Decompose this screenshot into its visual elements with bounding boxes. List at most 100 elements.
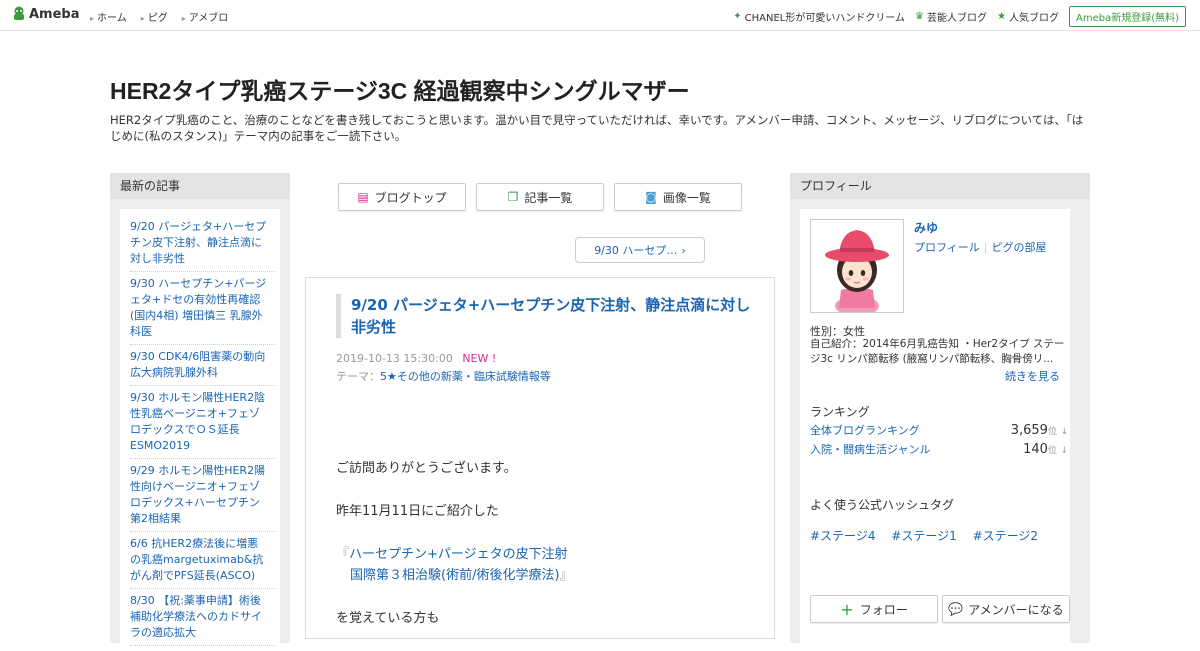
article-theme: テーマ：5★その他の新薬・臨床試験情報等: [336, 368, 551, 384]
recent-articles-list: 9/20 パージェタ+ハーセプチン皮下注射、静注点滴に対し非劣性 9/30 ハー…: [120, 209, 280, 646]
amember-button[interactable]: 💬 アメンバーになる: [942, 595, 1070, 623]
star-icon: ★: [997, 11, 1006, 22]
ranking-value-group: 3,659位 ↓: [1011, 423, 1068, 438]
next-article-button[interactable]: 9/30 ハーセプ… ›: [575, 237, 705, 263]
promo-link-label: CHANEL形が可愛いハンドクリーム: [744, 13, 906, 24]
camera-icon: ◙: [645, 190, 657, 204]
reference-link-line2[interactable]: 国際第３相治験(術前/術後化学療法): [350, 568, 560, 583]
body-paragraph: ご訪問ありがとうございます。: [336, 461, 517, 476]
nav-home-label: ホーム: [97, 13, 127, 24]
profile-name[interactable]: みゆ: [914, 219, 938, 236]
blog-top-label: ブログトップ: [374, 190, 447, 205]
theme-link[interactable]: 5★その他の新薬・臨床試験情報等: [380, 370, 551, 383]
reference-link-line1[interactable]: ハーセプチン+パージェタの皮下注射: [349, 547, 568, 562]
ameba-logo-icon: [14, 6, 24, 20]
celebrity-blog-link[interactable]: ♛ 芸能人ブログ: [915, 9, 987, 24]
top-bar: Ameba ▸ ホーム ▸ ピグ ▸ アメブロ ✦ CHANEL形が可愛いハンドクリーム…: [0, 0, 1200, 31]
header-links: ✦ CHANEL形が可愛いハンドクリーム ♛ 芸能人ブログ ★ 人気ブログ Ameba…: [733, 6, 1186, 27]
amember-label: アメンバーになる: [968, 602, 1064, 617]
recent-article-link[interactable]: 8/30 【祝:薬事申請】術後補助化学療法へのカドサイラの適応拡大: [130, 589, 276, 646]
recent-article-link[interactable]: 9/30 ハーセプチン+パージェタ+ドセの有効性再確認(国内4相) 増田慎三 乳…: [130, 272, 276, 345]
logo-text: Ameba: [29, 6, 80, 22]
hashtag-link[interactable]: #ステージ2: [973, 529, 1038, 543]
chevron-right-icon: ▸: [181, 14, 186, 23]
ranking-label[interactable]: 入院・闘病生活ジャンル: [810, 441, 930, 457]
hashtag-list: #ステージ4 #ステージ1 #ステージ2: [810, 527, 1050, 544]
ranking-unit: 位: [1047, 427, 1057, 437]
new-badge: NEW !: [462, 352, 497, 365]
plus-icon: +: [840, 599, 854, 619]
register-button[interactable]: Ameba新規登録(無料): [1068, 6, 1186, 27]
recent-article-link[interactable]: 9/30 ホルモン陽性HER2陰性乳癌ベージニオ+フェゾロデックスでＯＳ延長 E…: [130, 386, 276, 459]
ameba-logo[interactable]: Ameba: [12, 6, 80, 22]
article-meta: 2019-10-13 15:30:00 NEW !: [336, 352, 496, 365]
arrow-down-icon: ↓: [1060, 446, 1068, 456]
list-icon: ❐: [507, 190, 519, 204]
profile-box: みゆ プロフィール | ピグの部屋 性別：女性 自己紹介：2014年6月乳癌告知 ・…: [800, 209, 1070, 649]
nav-ameblo-label: アメブロ: [188, 13, 229, 24]
ranking-unit: 位: [1047, 446, 1057, 456]
follow-label: フォロー: [859, 602, 908, 617]
celebrity-blog-label: 芸能人ブログ: [927, 13, 988, 24]
bracket-close: 』: [559, 568, 573, 583]
ranking-row: 全体ブログランキング 3,659位 ↓: [810, 422, 1068, 438]
recent-article-link[interactable]: 9/30 CDK4/6阻害薬の動向 広大病院乳腺外科: [130, 345, 276, 386]
article-list-button[interactable]: ❐ 記事一覧: [476, 183, 604, 211]
ranking-value: 140: [1023, 442, 1048, 457]
promo-link[interactable]: ✦ CHANEL形が可愛いハンドクリーム: [733, 9, 905, 24]
article-date: 2019-10-13 15:30:00: [336, 352, 453, 365]
popular-blog-link[interactable]: ★ 人気ブログ: [997, 9, 1059, 24]
chat-bubble-icon: 💬: [948, 602, 964, 616]
blog-title[interactable]: HER2タイプ乳癌ステージ3C 経過観察中シングルマザー: [110, 72, 690, 106]
pig-room-link[interactable]: ピグの部屋: [992, 241, 1047, 254]
popular-blog-label: 人気ブログ: [1008, 13, 1059, 24]
article-title[interactable]: 9/20 パージェタ+ハーセプチン皮下注射、静注点滴に対し非劣性: [336, 294, 751, 338]
nav-pig[interactable]: ▸ ピグ: [141, 9, 168, 24]
article: 9/20 パージェタ+ハーセプチン皮下注射、静注点滴に対し非劣性 2019-10…: [305, 277, 775, 639]
avatar-illustration: [811, 220, 903, 312]
body-paragraph: を覚えている方も: [336, 611, 440, 626]
ranking-heading: ランキング: [810, 405, 870, 419]
article-body: ご訪問ありがとうございます。 昨年11月11日にご紹介した 『ハーセプチン+パー…: [336, 458, 756, 651]
ranking-value-group: 140位 ↓: [1023, 442, 1068, 457]
article-list-label: 記事一覧: [524, 190, 573, 205]
recent-article-link[interactable]: 9/20 パージェタ+ハーセプチン皮下注射、静注点滴に対し非劣性: [130, 215, 276, 272]
recent-articles-heading: 最新の記事: [110, 173, 290, 199]
profile-links: プロフィール | ピグの部屋: [914, 239, 1047, 255]
nav-home[interactable]: ▸ ホーム: [90, 9, 127, 24]
ranking-label[interactable]: 全体ブログランキング: [810, 422, 920, 438]
nav-ameblo[interactable]: ▸ アメブロ: [182, 9, 229, 24]
crown-icon: ♛: [915, 11, 925, 22]
image-list-label: 画像一覧: [662, 190, 711, 205]
blog-top-button[interactable]: ▤ ブログトップ: [338, 183, 466, 211]
bracket-open: 『: [336, 547, 350, 562]
chevron-right-icon: ›: [681, 243, 686, 257]
follow-button[interactable]: + フォロー: [810, 595, 938, 623]
ranking-value: 3,659: [1010, 423, 1048, 438]
recent-article-link[interactable]: 6/6 抗HER2療法後に増悪の乳癌margetuximab&抗がん剤でPFS延…: [130, 532, 276, 589]
recent-articles-box: 9/20 パージェタ+ハーセプチン皮下注射、静注点滴に対し非劣性 9/30 ハー…: [120, 209, 280, 649]
blog-description: HER2タイプ乳癌のこと、治療のことなどを書き残しておこうと思います。温かい目で…: [110, 113, 1084, 143]
image-list-button[interactable]: ◙ 画像一覧: [614, 183, 742, 211]
chevron-right-icon: ▸: [140, 14, 145, 23]
hashtag-heading: よく使う公式ハッシュタグ: [810, 498, 955, 512]
hashtag-link[interactable]: #ステージ1: [891, 529, 956, 543]
next-article-label: 9/30 ハーセプ…: [594, 244, 678, 257]
recent-article-link[interactable]: 9/29 ホルモン陽性HER2陽性向けベージニオ+フェゾロデックス+ハーセプチン…: [130, 459, 276, 532]
global-nav: ▸ ホーム ▸ ピグ ▸ アメブロ: [90, 9, 242, 24]
hashtag-link[interactable]: #ステージ4: [810, 529, 875, 543]
document-icon: ▤: [357, 190, 369, 204]
chevron-right-icon: ▸: [90, 14, 95, 23]
read-more-link[interactable]: 続きを見る: [1005, 368, 1060, 384]
link-separator: |: [983, 241, 988, 254]
profile-intro: 自己紹介：2014年6月乳癌告知 ・Her2タイプ ステージ3c リンパ節転移 …: [810, 338, 1065, 365]
profile-link[interactable]: プロフィール: [914, 241, 980, 254]
sparkle-icon: ✦: [733, 11, 742, 22]
avatar[interactable]: [810, 219, 904, 313]
theme-prefix: テーマ：: [336, 370, 380, 383]
recent-articles-widget: 最新の記事 9/20 パージェタ+ハーセプチン皮下注射、静注点滴に対し非劣性 9…: [110, 173, 290, 649]
body-paragraph: 昨年11月11日にご紹介した: [336, 504, 499, 519]
nav-pig-label: ピグ: [147, 13, 168, 24]
arrow-down-icon: ↓: [1060, 427, 1068, 437]
linked-article-reference[interactable]: 『ハーセプチン+パージェタの皮下注射 国際第３相治験(術前/術後化学療法)』: [336, 544, 756, 586]
